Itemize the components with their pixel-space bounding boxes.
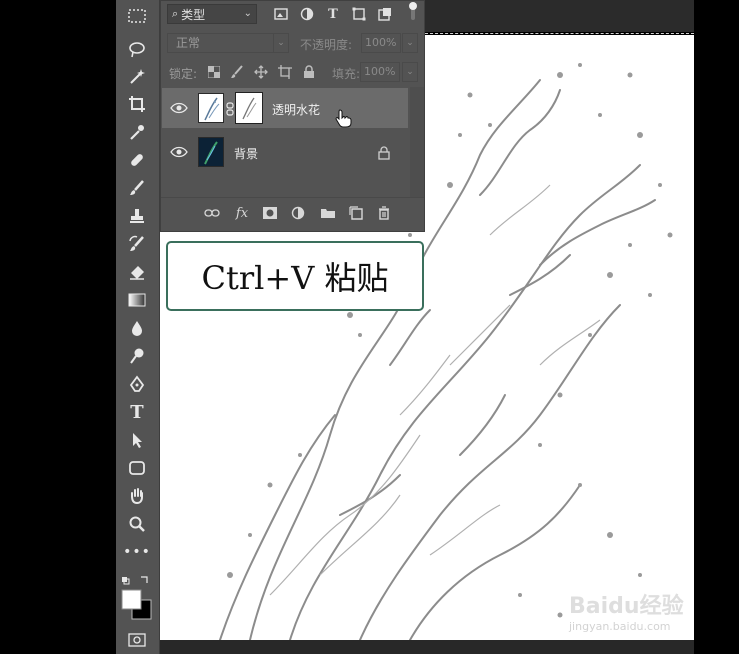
- crop-icon[interactable]: [122, 92, 152, 116]
- healing-brush-icon[interactable]: [122, 148, 152, 172]
- zoom-icon[interactable]: [122, 512, 152, 536]
- layer-mask-thumbnail[interactable]: [235, 92, 263, 124]
- more-tools-icon[interactable]: •••: [122, 540, 152, 564]
- layer-filter-row: ⌕ 类型 ⌄ T: [161, 1, 424, 29]
- filter-toggle-icon[interactable]: [405, 2, 421, 20]
- layer-filter-select[interactable]: ⌕ 类型 ⌄: [167, 4, 257, 24]
- lasso-icon[interactable]: [122, 38, 152, 62]
- marquee-icon[interactable]: [122, 4, 152, 28]
- watermark-url: jingyan.baidu.com: [569, 620, 671, 633]
- lock-fill-row: 锁定: 填充: 100% ⌄: [161, 59, 424, 85]
- clone-stamp-icon[interactable]: [122, 204, 152, 228]
- layers-scrollbar[interactable]: [410, 87, 424, 197]
- fx-icon[interactable]: fx: [233, 205, 251, 221]
- path-selection-icon[interactable]: [122, 428, 152, 452]
- new-layer-icon[interactable]: [347, 205, 365, 221]
- filter-shape-icon[interactable]: [351, 6, 367, 22]
- left-black-bar: [0, 0, 116, 654]
- lock-icon: [378, 145, 390, 160]
- search-icon: ⌕: [172, 7, 179, 20]
- workspace-top-area: [425, 0, 694, 32]
- pen-icon[interactable]: [122, 372, 152, 396]
- blend-opacity-row: 正常 ⌄ 不透明度: 100% ⌄: [161, 32, 424, 56]
- layers-panel: ⌕ 类型 ⌄ T 正常 ⌄ 不透明度: 100% ⌄ 锁定: 填充: 100% …: [160, 0, 425, 232]
- chevron-down-icon[interactable]: ⌄: [402, 62, 418, 82]
- opacity-label: 不透明度:: [300, 38, 353, 52]
- right-black-bar: [694, 0, 739, 654]
- blend-mode-select[interactable]: 正常: [167, 33, 289, 53]
- chevron-down-icon: ⌄: [243, 8, 252, 19]
- type-icon[interactable]: T: [122, 400, 152, 424]
- color-swatches[interactable]: [120, 588, 154, 622]
- filter-type-icon[interactable]: T: [325, 6, 341, 22]
- add-mask-icon[interactable]: [261, 205, 279, 221]
- lock-all-icon[interactable]: [301, 64, 317, 80]
- lock-transparency-icon[interactable]: [206, 64, 222, 80]
- hand-icon[interactable]: [122, 484, 152, 508]
- hand-cursor-icon: [334, 108, 352, 128]
- folder-icon[interactable]: [319, 205, 337, 221]
- filter-pixel-icon[interactable]: [273, 6, 289, 22]
- lock-brush-icon[interactable]: [229, 64, 245, 80]
- callout-text: Ctrl+V 粘贴: [201, 259, 389, 297]
- baidu-watermark: Baidu经验 jingyan.baidu.com: [565, 588, 695, 638]
- tools-toolbar: T •••: [116, 0, 160, 654]
- blur-icon[interactable]: [122, 316, 152, 340]
- eraser-icon[interactable]: [122, 260, 152, 284]
- brush-icon[interactable]: [122, 176, 152, 200]
- eye-icon[interactable]: [170, 144, 188, 160]
- lock-move-icon[interactable]: [253, 64, 269, 80]
- filter-adjustment-icon[interactable]: [299, 6, 315, 22]
- gradient-icon[interactable]: [122, 288, 152, 312]
- filter-smart-object-icon[interactable]: [377, 6, 393, 22]
- shortcut-callout: Ctrl+V 粘贴: [166, 241, 424, 311]
- magic-wand-icon[interactable]: [122, 64, 152, 88]
- opacity-input[interactable]: 100%: [361, 33, 401, 53]
- watermark-brand: Baidu经验: [569, 594, 684, 619]
- chevron-down-icon[interactable]: ⌄: [273, 33, 289, 53]
- link-layers-icon[interactable]: [203, 205, 221, 221]
- history-brush-icon[interactable]: [122, 232, 152, 256]
- adjustment-layer-icon[interactable]: [289, 205, 307, 221]
- selection-marquee-top: [425, 33, 694, 35]
- link-icon[interactable]: [226, 101, 234, 116]
- lock-label: 锁定:: [169, 67, 198, 81]
- chevron-down-icon[interactable]: ⌄: [402, 33, 418, 53]
- fill-input[interactable]: 100%: [360, 62, 400, 82]
- layer-row-background[interactable]: 背景: [162, 132, 408, 172]
- layers-panel-footer: fx: [161, 197, 424, 228]
- workspace-bottom-area: [116, 640, 694, 654]
- default-colors-icon[interactable]: [121, 572, 151, 585]
- layer-thumbnail: [198, 93, 224, 123]
- layer-name[interactable]: 透明水花: [272, 101, 320, 118]
- trash-icon[interactable]: [375, 205, 393, 221]
- quick-mask-icon[interactable]: [122, 628, 152, 652]
- layer-name[interactable]: 背景: [234, 145, 258, 162]
- eye-icon[interactable]: [170, 100, 188, 116]
- dodge-icon[interactable]: [122, 344, 152, 368]
- eyedropper-icon[interactable]: [122, 120, 152, 144]
- layer-filter-label: 类型: [181, 7, 206, 22]
- layer-thumbnail: [198, 137, 224, 167]
- layer-row-splash[interactable]: 透明水花: [162, 88, 408, 128]
- rectangle-icon[interactable]: [122, 456, 152, 480]
- fill-label: 填充:: [332, 67, 361, 81]
- lock-artboard-icon[interactable]: [277, 64, 293, 80]
